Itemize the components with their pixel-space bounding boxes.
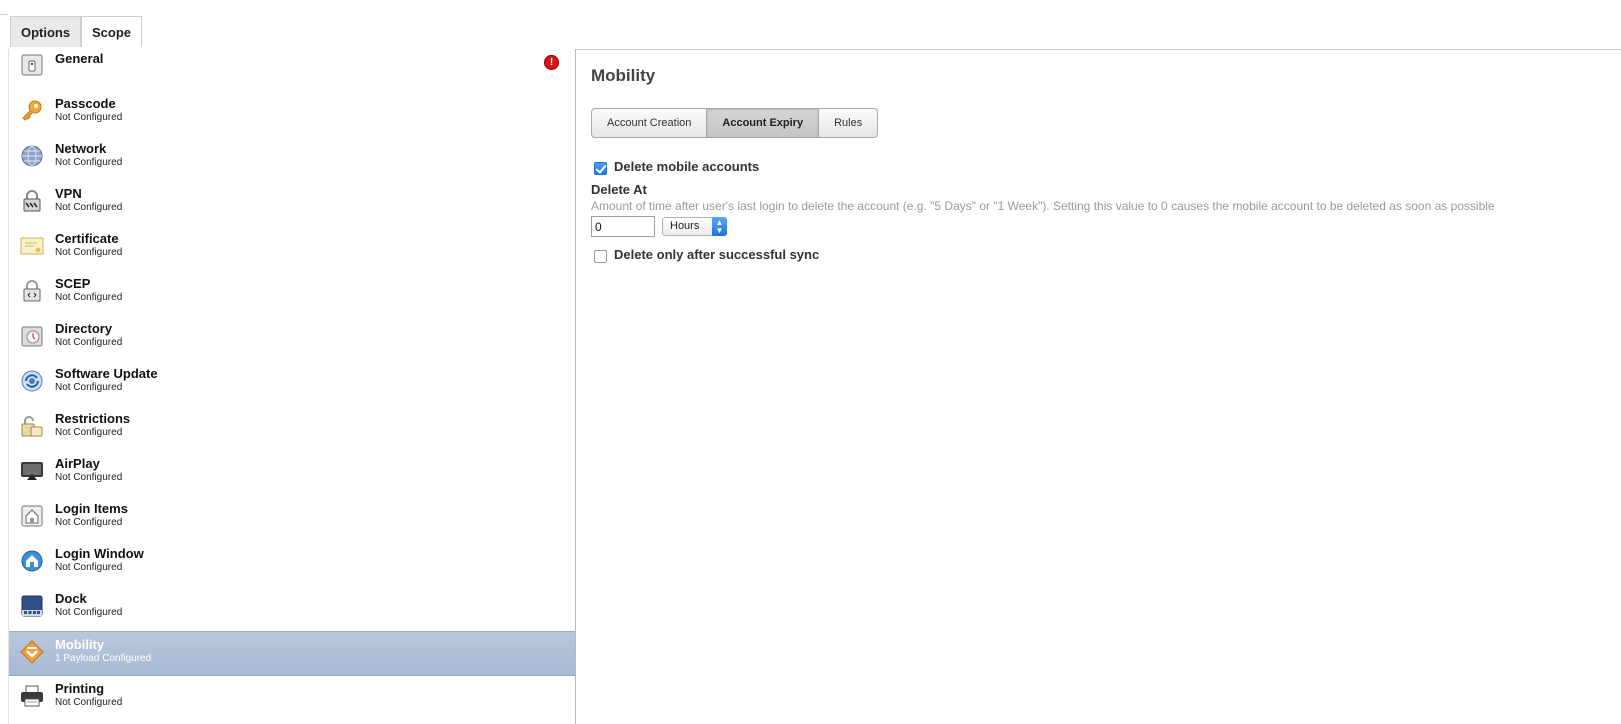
error-badge-icon: ! [544, 55, 559, 70]
scep-lock-icon [20, 279, 44, 303]
sidebar-item-status: Not Configured [55, 382, 123, 393]
subtab-account-expiry[interactable]: Account Expiry [707, 109, 820, 137]
subtab-segmented-control: Account Creation Account Expiry Rules [591, 108, 879, 138]
sidebar-item-passcode[interactable]: Passcode Not Configured [9, 91, 575, 136]
delete-after-sync-label: Delete only after successful sync [614, 247, 820, 262]
sidebar-item-directory[interactable]: Directory Not Configured [9, 316, 575, 361]
directory-icon [20, 324, 44, 348]
general-icon [20, 53, 44, 77]
subtab-rules[interactable]: Rules [819, 109, 877, 137]
delete-at-unit-select[interactable]: Hours ▲ ▼ [662, 217, 727, 236]
sidebar-item-label: Login Window [55, 546, 144, 561]
delete-mobile-accounts-checkbox[interactable] [594, 162, 607, 175]
sidebar-item-general[interactable]: General ! [9, 49, 575, 91]
dock-icon [20, 594, 44, 618]
stepper-arrows-icon: ▲ ▼ [712, 217, 727, 236]
sidebar-item-label: Login Items [55, 501, 128, 516]
sidebar-item-label: Passcode [55, 96, 116, 111]
sidebar-item-label: AirPlay [55, 456, 100, 471]
subtab-account-creation[interactable]: Account Creation [592, 109, 708, 137]
payload-detail-pane: Mobility Account Creation Account Expiry… [575, 49, 1621, 724]
login-window-icon [20, 549, 44, 573]
sidebar-item-label: Certificate [55, 231, 119, 246]
sidebar-item-status: 1 Payload Configured [55, 653, 152, 664]
payload-editor: Options Scope General ! Passcode Not Con… [8, 14, 1621, 724]
tab-bar: Options Scope [8, 14, 1621, 50]
sidebar-item-scep[interactable]: SCEP Not Configured [9, 271, 575, 316]
sidebar-item-status: Not Configured [55, 337, 123, 348]
sidebar-item-status: Not Configured [55, 247, 123, 258]
sidebar-item-status: Not Configured [55, 292, 123, 303]
sidebar-item-label: VPN [55, 186, 82, 201]
sidebar-item-airplay[interactable]: AirPlay Not Configured [9, 451, 575, 496]
certificate-icon [20, 234, 44, 258]
delete-at-unit-value: Hours [670, 220, 700, 232]
sidebar-item-label: Software Update [55, 366, 158, 381]
sidebar-item-label: Dock [55, 591, 87, 606]
sidebar-item-status: Not Configured [55, 427, 123, 438]
software-update-icon [20, 369, 44, 393]
sidebar-item-certificate[interactable]: Certificate Not Configured [9, 226, 575, 271]
sidebar-item-status: Not Configured [55, 202, 123, 213]
sidebar-item-status: Not Configured [55, 607, 123, 618]
delete-at-value-input[interactable] [591, 216, 655, 237]
sidebar-item-printing[interactable]: Printing Not Configured [9, 676, 575, 721]
sidebar-item-software-update[interactable]: Software Update Not Configured [9, 361, 575, 406]
sidebar-item-mobility[interactable]: Mobility 1 Payload Configured [9, 631, 575, 676]
sidebar-item-login-items[interactable]: Login Items Not Configured [9, 496, 575, 541]
delete-at-label: Delete At [591, 182, 647, 197]
airplay-icon [20, 459, 44, 483]
printer-icon [20, 684, 44, 708]
tab-options[interactable]: Options [10, 16, 82, 47]
delete-after-sync-checkbox[interactable] [594, 250, 607, 263]
sidebar-item-status: Not Configured [55, 157, 123, 168]
sidebar-item-label: Directory [55, 321, 113, 336]
sidebar-item-label: General [55, 51, 104, 66]
sidebar-item-status: Not Configured [55, 697, 123, 708]
restrictions-lock-icon [20, 414, 44, 438]
payload-sidebar: General ! Passcode Not Configured Networ… [8, 49, 576, 724]
sidebar-item-label: Mobility [55, 637, 105, 652]
sidebar-item-label: Restrictions [55, 411, 131, 426]
mobility-icon [20, 640, 44, 664]
sidebar-item-label: Printing [55, 681, 105, 696]
globe-icon [20, 144, 44, 168]
sidebar-item-label: SCEP [55, 276, 91, 291]
sidebar-item-login-window[interactable]: Login Window Not Configured [9, 541, 575, 586]
tab-scope[interactable]: Scope [81, 16, 143, 47]
delete-at-hint: Amount of time after user's last login t… [591, 199, 1495, 213]
key-icon [20, 99, 44, 123]
sidebar-item-restrictions[interactable]: Restrictions Not Configured [9, 406, 575, 451]
sidebar-item-status: Not Configured [55, 517, 123, 528]
sidebar-item-status: Not Configured [55, 112, 123, 123]
sidebar-item-vpn[interactable]: VPN Not Configured [9, 181, 575, 226]
sidebar-item-dock[interactable]: Dock Not Configured [9, 586, 575, 631]
vpn-lock-icon [20, 189, 44, 213]
sidebar-item-network[interactable]: Network Not Configured [9, 136, 575, 181]
login-items-icon [20, 504, 44, 528]
page-title: Mobility [591, 66, 656, 85]
sidebar-item-label: Network [55, 141, 107, 156]
sidebar-item-status: Not Configured [55, 472, 123, 483]
delete-mobile-accounts-label: Delete mobile accounts [614, 159, 760, 174]
sidebar-item-status: Not Configured [55, 562, 123, 573]
